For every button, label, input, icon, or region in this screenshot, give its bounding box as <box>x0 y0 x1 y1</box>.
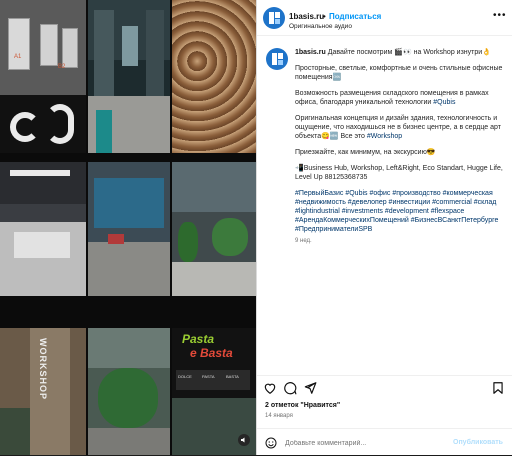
sign-workshop: WORKSHOP <box>38 338 48 400</box>
post-actions: 2 отметок "Нравится" 14 января Опубликов… <box>257 375 512 455</box>
hashtag-workshop[interactable]: #Workshop <box>367 133 402 140</box>
media-tile-atrium <box>88 162 170 296</box>
media-tile-workshop-sign: WORKSHOP <box>0 328 86 455</box>
caption-text: 1basis.ru Давайте посмотрим 🎬👀 на Worksh… <box>295 48 503 253</box>
media-tile-green-atrium <box>88 328 170 455</box>
comment-input[interactable] <box>285 437 445 449</box>
sign-basta: e Basta <box>190 346 233 360</box>
instagram-post-view: A1 B2 WORKSHOP Pasta e Basta DOLCE PASTA… <box>0 0 512 455</box>
media-tile-woodpile <box>172 0 256 153</box>
menu-dolce: DOLCE <box>178 374 192 379</box>
comment-bar: Опубликовать <box>257 428 512 456</box>
likes-count[interactable]: 2 отметок "Нравится" <box>265 402 340 409</box>
share-icon[interactable] <box>303 381 317 395</box>
separator-dot: • <box>323 12 326 21</box>
bookmark-icon[interactable] <box>491 381 505 395</box>
post-media[interactable]: A1 B2 WORKSHOP Pasta e Basta DOLCE PASTA… <box>0 0 256 455</box>
post-panel: 1basis.ru • Подписаться Оригинальное ауд… <box>256 0 512 455</box>
caption-p6: 📲Business Hub, Workshop, Left&Right, Eco… <box>295 165 503 181</box>
caption-username[interactable]: 1basis.ru <box>295 49 326 56</box>
hashtags[interactable]: #ПервыйБазис #Qubis #офис #производство … <box>295 189 503 234</box>
hashtag-qubis[interactable]: #Qubis <box>433 99 455 106</box>
more-options-icon[interactable]: ••• <box>493 10 507 21</box>
caption-p2: Просторные, светлые, комфортные и очень … <box>295 65 503 81</box>
sign-pasta: Pasta <box>182 332 215 346</box>
mute-icon[interactable] <box>238 434 250 446</box>
media-tile-lobby <box>0 162 86 296</box>
audio-label[interactable]: Оригинальное аудио <box>289 23 352 30</box>
media-tile-corridor <box>88 0 170 153</box>
publish-button[interactable]: Опубликовать <box>453 439 503 446</box>
menu-basta: BASTA <box>226 374 239 379</box>
follow-button[interactable]: Подписаться <box>329 12 381 21</box>
username[interactable]: 1basis.ru <box>289 12 324 21</box>
caption-avatar[interactable] <box>266 48 288 70</box>
media-tile-office-wall: A1 B2 <box>0 0 86 153</box>
heart-icon[interactable] <box>263 381 277 395</box>
caption-area: 1basis.ru Давайте посмотрим 🎬👀 на Worksh… <box>263 44 507 374</box>
media-tile-plants <box>172 162 256 296</box>
caption-p3: Возможность размещения складского помеще… <box>295 90 489 106</box>
post-header: 1basis.ru • Подписаться Оригинальное ауд… <box>257 0 512 36</box>
post-date: 14 января <box>265 413 293 419</box>
caption-p5: Приезжайте, как минимум, на экскурсию😎 <box>295 149 436 156</box>
sign-b2: B2 <box>58 64 66 70</box>
emoji-icon[interactable] <box>265 437 277 449</box>
avatar[interactable] <box>263 7 285 29</box>
sign-a1: A1 <box>14 54 22 60</box>
post-age: 9 нед. <box>295 238 312 244</box>
comment-icon[interactable] <box>283 381 297 395</box>
caption-line1: Давайте посмотрим 🎬👀 на Workshop изнутри… <box>327 49 491 56</box>
media-tile-pasta-basta: Pasta e Basta DOLCE PASTA BASTA <box>172 328 256 455</box>
menu-pasta: PASTA <box>202 374 215 379</box>
